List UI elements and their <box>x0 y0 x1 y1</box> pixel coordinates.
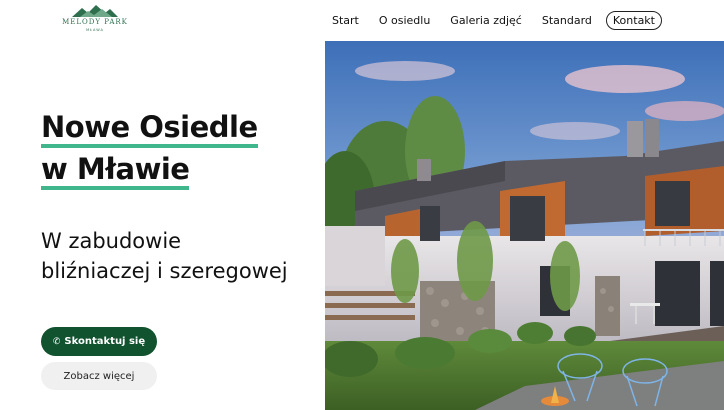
nav-item-o-osiedlu[interactable]: O osiedlu <box>379 14 430 27</box>
nav-item-kontakt[interactable]: Kontakt <box>605 11 662 30</box>
nav-item-start[interactable]: Start <box>332 14 359 27</box>
hero-subtitle: W zabudowie bliźniaczej i szeregowej <box>41 226 288 286</box>
logo[interactable]: MELODY PARK MŁAWA <box>58 4 132 34</box>
nav-item-standard[interactable]: Standard <box>542 14 592 27</box>
hero-title-line-1: Nowe Osiedle <box>41 110 258 148</box>
contact-button[interactable]: ✆ Skontaktuj się <box>41 327 157 356</box>
hero-subtitle-line-1: W zabudowie <box>41 229 182 253</box>
logo-subtitle: MŁAWA <box>86 28 104 32</box>
see-more-button-label: Zobacz więcej <box>63 370 135 382</box>
contact-button-label: Skontaktuj się <box>64 336 146 347</box>
mountain-logo-icon <box>72 5 118 17</box>
nav-item-galeria[interactable]: Galeria zdjęć <box>450 14 522 27</box>
hero-title: Nowe Osiedle w Mławie <box>41 110 258 194</box>
phone-icon: ✆ <box>52 336 61 347</box>
hero-subtitle-line-2: bliźniaczej i szeregowej <box>41 259 288 283</box>
see-more-button[interactable]: Zobacz więcej <box>41 362 157 390</box>
main-nav: Start O osiedlu Galeria zdjęć Standard K… <box>312 11 662 30</box>
hero-title-line-2: w Mławie <box>41 152 190 190</box>
logo-name: MELODY PARK <box>62 18 128 26</box>
hero-image <box>325 41 724 410</box>
